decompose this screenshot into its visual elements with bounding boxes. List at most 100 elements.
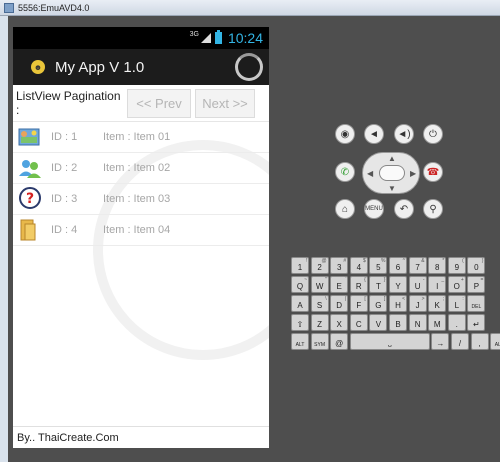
- key-row4-4[interactable]: V: [369, 314, 388, 331]
- battery-icon: [214, 30, 222, 44]
- key-row1-2[interactable]: 3 #: [330, 257, 349, 274]
- prev-button[interactable]: << Prev: [127, 88, 191, 118]
- key-row3-5[interactable]: H <: [389, 295, 407, 312]
- key-row3-4[interactable]: G]: [369, 295, 388, 312]
- key-row3-0[interactable]: A: [291, 295, 309, 312]
- search-icon[interactable]: ⚲: [423, 199, 443, 219]
- window-title: 5556:EmuAVD4.0: [18, 2, 90, 13]
- app-title: My App V 1.0: [55, 58, 145, 76]
- dpad-right-icon[interactable]: ▶: [410, 169, 416, 178]
- photo-icon: [17, 124, 43, 150]
- next-button[interactable]: Next >>: [195, 88, 255, 118]
- dpad[interactable]: ▲ ▼ ◀ ▶: [362, 152, 420, 194]
- key-row4-7[interactable]: M: [428, 314, 447, 331]
- footer-credit: By.. ThaiCreate.Com: [13, 426, 269, 448]
- call-icon[interactable]: ✆: [335, 162, 355, 182]
- dpad-left-icon[interactable]: ◀: [367, 169, 373, 178]
- key-row2-8[interactable]: O +: [447, 276, 466, 293]
- row-item: Item : Item 02: [103, 162, 171, 174]
- key-row2-1[interactable]: W ": [310, 276, 329, 293]
- key-row1-8[interactable]: 9(: [447, 257, 466, 274]
- row-id: ID : 4: [51, 224, 78, 236]
- key-row5-1[interactable]: SYM: [310, 333, 329, 350]
- key-row5-5[interactable]: /: [451, 333, 469, 350]
- key-row2-5[interactable]: Y: [389, 276, 407, 293]
- key-row1-1[interactable]: 2 @: [310, 257, 329, 274]
- window-titlebar: 5556:EmuAVD4.0: [0, 0, 500, 16]
- key-row3-2[interactable]: D |: [330, 295, 349, 312]
- end-call-icon[interactable]: ☎: [423, 162, 443, 182]
- status-clock: 10:24: [227, 30, 263, 46]
- key-row1-4[interactable]: 5%: [369, 257, 388, 274]
- key-row1-9[interactable]: 0): [467, 257, 486, 274]
- row-id: ID : 1: [51, 131, 78, 143]
- key-row4-9[interactable]: ↵: [467, 314, 486, 331]
- window-frame: [0, 16, 8, 462]
- back-icon[interactable]: ↶: [394, 199, 414, 219]
- menu-button[interactable]: MENU: [364, 199, 384, 219]
- key-row5-6[interactable]: ,: [470, 333, 489, 350]
- phone-screen: 3G 10:24 ☻ My App V 1.0 ListView Paginat…: [13, 27, 269, 448]
- key-row3-7[interactable]: K;: [428, 295, 447, 312]
- key-row3-1[interactable]: S \: [310, 295, 329, 312]
- dpad-center-button[interactable]: [379, 165, 405, 181]
- key-row2-9[interactable]: P =: [467, 276, 486, 293]
- key-row5-4[interactable]: →: [431, 333, 450, 350]
- users-icon: [17, 155, 43, 181]
- key-row2-7[interactable]: I _: [428, 276, 447, 293]
- key-row5-7[interactable]: ALT: [490, 333, 500, 350]
- dpad-up-icon[interactable]: ▲: [388, 154, 396, 163]
- row-item: Item : Item 03: [103, 193, 171, 205]
- key-row4-3[interactable]: C: [349, 314, 368, 331]
- list-item[interactable]: ? ID : 3 Item : Item 03: [13, 184, 269, 215]
- camera-icon[interactable]: ◉: [335, 124, 355, 144]
- key-row4-2[interactable]: X: [330, 314, 349, 331]
- folder-icon: [17, 217, 43, 243]
- main-content: ListView Pagination : << Prev Next >> ID…: [13, 85, 269, 426]
- volume-up-icon[interactable]: ◄): [394, 124, 414, 144]
- power-icon[interactable]: ⏻: [423, 124, 443, 144]
- list-item[interactable]: ID : 4 Item : Item 04: [13, 215, 269, 246]
- status-bar: 3G 10:24: [13, 27, 269, 49]
- key-row2-6[interactable]: U-: [408, 276, 427, 293]
- pagination-label: ListView Pagination :: [16, 89, 121, 117]
- app-icon: [4, 2, 14, 13]
- key-row3-8[interactable]: L:: [447, 295, 466, 312]
- volume-down-icon[interactable]: ◄: [364, 124, 384, 144]
- key-row2-0[interactable]: Q ~: [291, 276, 309, 293]
- svg-text:?: ?: [26, 191, 34, 207]
- key-row5-3[interactable]: ⎵: [349, 333, 430, 350]
- key-row1-6[interactable]: 7 &: [408, 257, 427, 274]
- key-row1-3[interactable]: 4 $: [349, 257, 368, 274]
- key-row3-6[interactable]: J >: [408, 295, 427, 312]
- key-row3-3[interactable]: F[: [349, 295, 368, 312]
- key-row5-2[interactable]: @: [330, 333, 349, 350]
- key-row4-8[interactable]: .: [447, 314, 466, 331]
- key-row4-6[interactable]: N: [408, 314, 427, 331]
- key-row5-0[interactable]: ALT: [291, 333, 309, 350]
- action-bar: ☻ My App V 1.0: [13, 49, 269, 85]
- row-id: ID : 2: [51, 162, 78, 174]
- key-row1-0[interactable]: 1!: [291, 257, 309, 274]
- progress-spinner-icon: [235, 53, 263, 81]
- key-row1-5[interactable]: 6 ^: [389, 257, 407, 274]
- key-row1-7[interactable]: 8 *: [428, 257, 447, 274]
- row-item: Item : Item 04: [103, 224, 171, 236]
- key-row2-4[interactable]: T}: [369, 276, 388, 293]
- help-icon: ?: [17, 186, 43, 212]
- key-row4-0[interactable]: ⇧: [291, 314, 309, 331]
- key-row2-3[interactable]: R{: [349, 276, 368, 293]
- row-id: ID : 3: [51, 193, 78, 205]
- list-item[interactable]: ID : 2 Item : Item 02: [13, 153, 269, 184]
- list-item[interactable]: ID : 1 Item : Item 01: [13, 122, 269, 153]
- key-row2-2[interactable]: E `: [330, 276, 349, 293]
- key-row4-1[interactable]: Z: [310, 314, 329, 331]
- pagination-bar: ListView Pagination : << Prev Next >>: [13, 85, 269, 122]
- home-icon[interactable]: ⌂: [335, 199, 355, 219]
- key-row4-5[interactable]: B: [389, 314, 407, 331]
- key-row3-9[interactable]: DEL: [467, 295, 486, 312]
- app-logo-icon: ☻: [31, 60, 45, 74]
- dpad-down-icon[interactable]: ▼: [388, 184, 396, 193]
- hardware-keyboard: 1! 2 @3 #4 $5% 6 ^ 7 & 8 * 9(0) Q ~ W " E ` R{T} Y U - I _ O + P = A…: [291, 257, 500, 353]
- signal-icon: [200, 33, 211, 43]
